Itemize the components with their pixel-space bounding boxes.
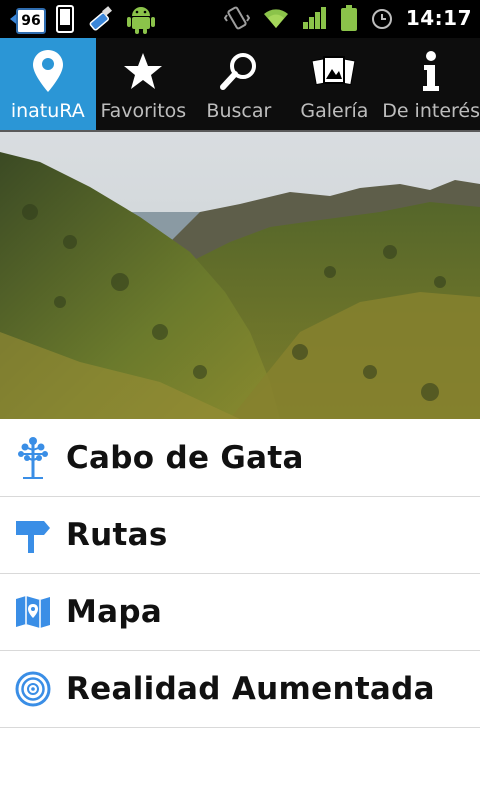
location-pin-icon [32,50,63,92]
info-icon [423,51,440,91]
star-icon [124,53,163,89]
menu-item-label: Cabo de Gata [66,440,304,476]
menu-item-label: Rutas [66,517,168,553]
gallery-icon [311,56,356,86]
alarm-icon [371,9,392,29]
phone-icon [56,5,74,33]
search-icon [219,53,256,90]
wifi-icon [263,9,288,28]
notification-badge-icon: 96 [10,4,46,34]
main-menu: Cabo de Gata Rutas Mapa Realidad Aumenta… [0,420,480,728]
landscape-photo [0,132,480,419]
signpost-icon [16,521,50,553]
tab-bar: inatuRA Favoritos Buscar Galería De inte… [0,38,480,132]
tab-buscar[interactable]: Buscar [191,38,287,130]
status-right-icons: 14:17 [223,4,472,32]
menu-item-rutas[interactable]: Rutas [0,497,480,574]
usb-icon [89,6,112,31]
tab-label: inatuRA [10,100,85,122]
tab-inatura[interactable]: inatuRA [0,38,96,130]
menu-item-label: Mapa [66,594,163,630]
notification-count: 96 [16,8,46,34]
menu-item-cabo-de-gata[interactable]: Cabo de Gata [0,420,480,497]
tab-label: Buscar [206,100,272,122]
map-icon [16,596,50,628]
tree-icon [18,437,48,479]
menu-item-mapa[interactable]: Mapa [0,574,480,651]
radar-icon [15,671,51,707]
menu-item-realidad-aumentada[interactable]: Realidad Aumentada [0,651,480,728]
tab-favoritos[interactable]: Favoritos [96,38,192,130]
battery-icon [340,5,357,31]
android-debug-icon [127,7,155,34]
signal-icon [302,7,326,29]
status-left-icons: 96 [10,4,156,34]
hero-image [0,132,480,419]
status-bar: 96 14:17 [0,0,480,38]
vibrate-icon [223,6,250,30]
menu-item-label: Realidad Aumentada [66,671,435,707]
tab-label: De interés [382,100,480,122]
tab-label: Galería [300,100,369,122]
status-time: 14:17 [405,6,472,30]
tab-de-interes[interactable]: De interés [382,38,480,130]
tab-galeria[interactable]: Galería [287,38,383,130]
tab-label: Favoritos [100,100,187,122]
